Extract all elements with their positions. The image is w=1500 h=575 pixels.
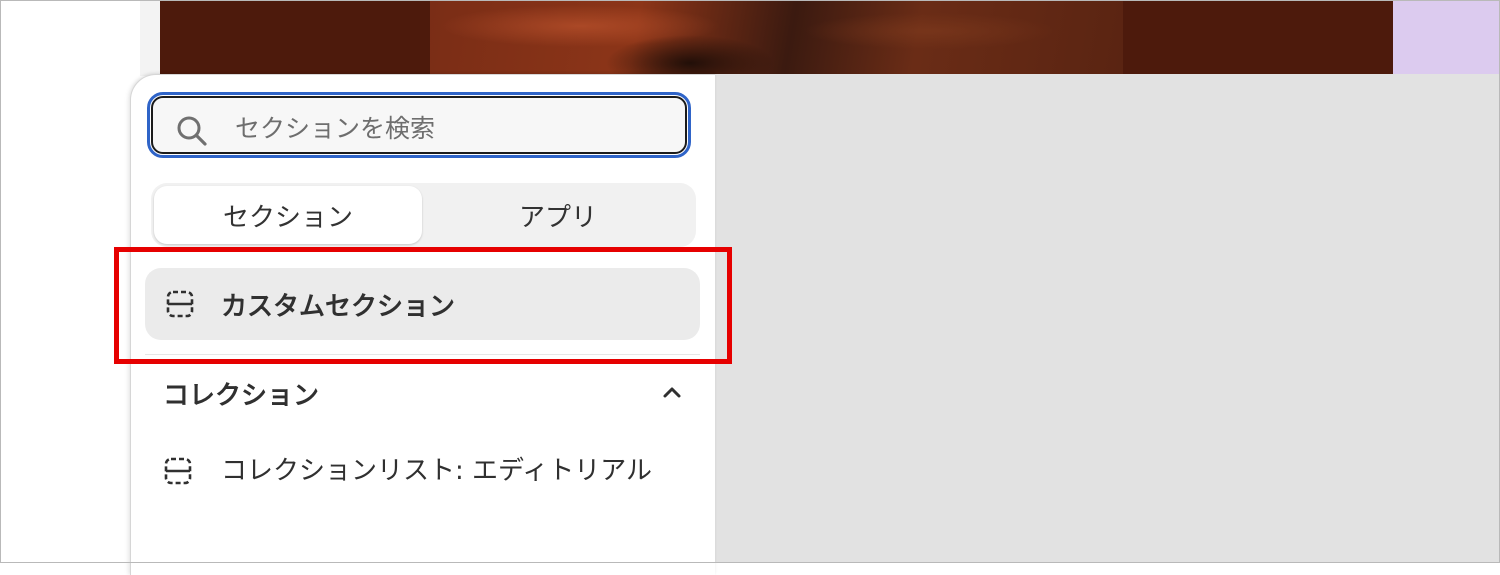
custom-section-label: カスタムセクション [221, 292, 456, 322]
divider [145, 354, 700, 355]
preview-side-block [1393, 1, 1499, 74]
search-icon [177, 116, 207, 146]
left-gutter [1, 1, 141, 562]
search-field-inner [151, 96, 687, 154]
tab-sections[interactable]: セクション [154, 186, 422, 244]
hero-photo [430, 1, 1123, 74]
custom-section-item[interactable]: カスタムセクション [145, 268, 700, 340]
collection-list-editorial-label: コレクションリスト: エディトリアル [221, 456, 652, 486]
preview-canvas [714, 74, 1499, 562]
section-picker-panel: セクション アプリ カスタムセクション コレクション コレクションリスト: エデ… [130, 74, 715, 575]
search-box[interactable] [147, 92, 691, 158]
section-icon [166, 290, 194, 318]
collection-list-editorial-item[interactable]: コレクションリスト: エディトリアル [161, 448, 681, 538]
left-shade [140, 1, 160, 76]
section-icon [164, 457, 192, 485]
search-input[interactable] [233, 108, 667, 148]
collection-group-title: コレクション [163, 381, 320, 411]
tab-apps[interactable]: アプリ [424, 186, 692, 244]
chevron-up-icon[interactable] [659, 379, 685, 405]
collection-group-header[interactable]: コレクション [149, 367, 694, 417]
tab-bar: セクション アプリ [151, 183, 696, 247]
preview-hero-image [160, 1, 1393, 74]
